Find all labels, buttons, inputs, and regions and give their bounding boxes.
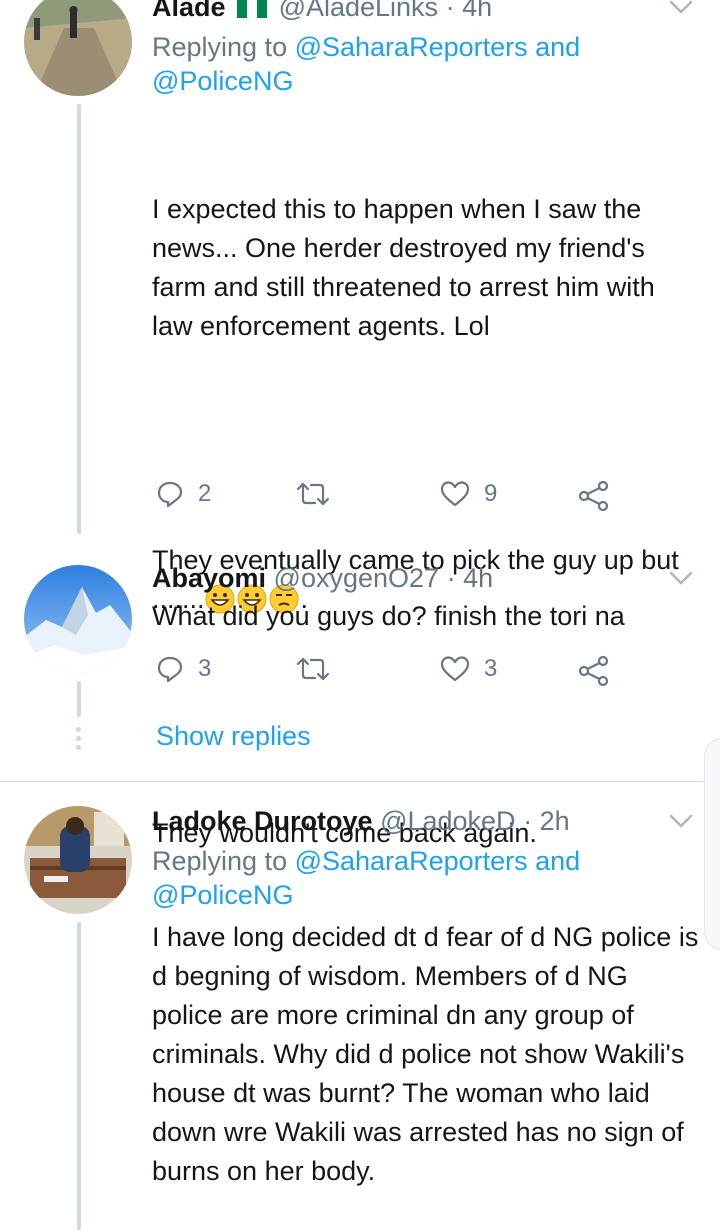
reply-button[interactable]: 3 [156,655,211,683]
display-name[interactable]: Ladoke Durotoye [152,806,373,836]
reply-count: 3 [198,655,212,682]
scroll-handle[interactable] [704,738,720,950]
heart-icon [440,480,470,508]
retweet-button[interactable] [296,655,344,683]
mention-link[interactable]: @PoliceNG [152,878,700,912]
timestamp[interactable]: · 4h [447,563,494,593]
thread-line [77,681,81,717]
share-button[interactable] [578,480,610,512]
avatar[interactable] [24,806,132,914]
display-name[interactable]: Alade [152,0,226,22]
share-icon [578,655,610,687]
chevron-down-icon[interactable] [668,808,694,834]
avatar[interactable] [24,0,132,96]
tweet-paragraph: I expected this to happen when I saw the… [152,194,663,341]
like-count: 3 [484,655,498,682]
show-replies-link[interactable]: Show replies [156,721,311,752]
mention-link[interactable]: @SaharaReporters and [295,846,581,876]
share-icon [578,480,610,512]
like-button[interactable]: 3 [440,655,497,683]
handle[interactable]: @AladeLinks [279,0,439,22]
reply-count: 2 [198,480,212,507]
tweet-actions: 3 3 [152,655,622,695]
tweet-header: Alade @AladeLinks · 4h [152,0,700,24]
handle[interactable]: @oxygenO27 [274,563,440,593]
tweet-ladoke[interactable]: Ladoke Durotoye @LadokeD · 2h Replying t… [0,782,720,1230]
tweet-text: I have long decided dt d fear of d NG po… [152,922,706,1186]
reply-icon [156,655,184,683]
tweet-header: Ladoke Durotoye @LadokeD · 2h [152,804,700,838]
retweet-icon [296,655,330,683]
tweet-alade[interactable]: Alade @AladeLinks · 4h Replying to @Saha… [0,0,720,848]
replying-prefix: Replying to [152,846,295,876]
tweet-abayomi[interactable]: Abayomi @oxygenO27 · 4h What did you guy… [0,545,720,755]
tweet-text: What did you guys do? finish the tori na [152,601,625,631]
chevron-down-icon[interactable] [668,0,694,20]
replying-prefix: Replying to [152,32,295,62]
avatar[interactable] [24,565,132,673]
tweet-actions: 2 9 [152,480,622,520]
timestamp[interactable]: · 2h [523,806,570,836]
reply-icon [156,480,184,508]
handle[interactable]: @LadokeD [380,806,516,836]
tweet-header: Abayomi @oxygenO27 · 4h [152,561,700,595]
mention-link[interactable]: @PoliceNG [152,64,700,98]
thread-line [77,922,81,1230]
replying-to: Replying to @SaharaReporters and @Police… [152,30,700,98]
chevron-down-icon[interactable] [668,565,694,591]
mention-link[interactable]: @SaharaReporters and [295,32,581,62]
timestamp[interactable]: · 4h [446,0,493,22]
display-name[interactable]: Abayomi [152,563,266,593]
like-count: 9 [484,480,498,507]
retweet-button[interactable] [296,480,344,508]
retweet-icon [296,480,330,508]
reply-button[interactable]: 2 [156,480,211,508]
thread-dots [76,727,82,754]
replying-to: Replying to @SaharaReporters and @Police… [152,844,700,912]
heart-icon [440,655,470,683]
like-button[interactable]: 9 [440,480,497,508]
nigeria-flag-icon [237,0,268,18]
thread-line [77,104,81,534]
share-button[interactable] [578,655,610,687]
